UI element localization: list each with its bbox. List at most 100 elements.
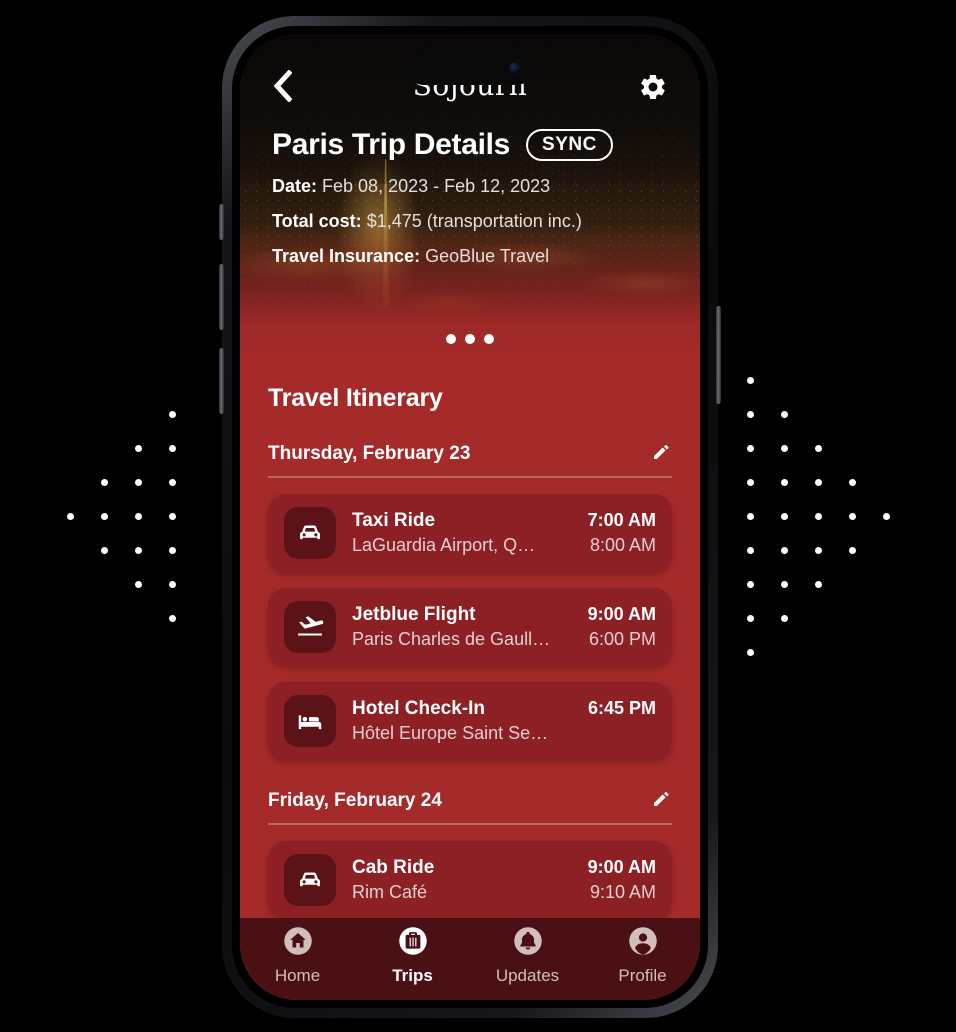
backdrop-dot: [746, 546, 754, 554]
nav-icon-wrap: [628, 926, 658, 961]
itinerary-event-card[interactable]: Hotel Check-In 6:45 PM Hôtel Europe Saint …: [268, 682, 672, 760]
event-top-row: Taxi Ride 7:00 AM: [352, 510, 656, 532]
volume-down-button[interactable]: [219, 348, 224, 414]
backdrop-dot: [746, 512, 754, 520]
title-row: Paris Trip Details SYNC: [272, 128, 668, 162]
backdrop-dot: [746, 444, 754, 452]
backdrop-dot: [780, 512, 788, 520]
backdrop-dot: [168, 580, 176, 588]
backdrop-dot: [168, 478, 176, 486]
meta-label-cost: Total cost:: [272, 211, 362, 231]
nav-label: Profile: [618, 966, 667, 985]
backdrop-dot: [168, 512, 176, 520]
phone-screen: Sojourn Paris Trip Details SYNC Date: Fe…: [240, 34, 700, 1000]
event-start-time: 6:45 PM: [587, 698, 656, 718]
backdrop-dot: [134, 478, 142, 486]
settings-button[interactable]: [634, 72, 668, 102]
page-title: Paris Trip Details: [272, 128, 511, 161]
backdrop-dot: [134, 580, 142, 588]
pencil-icon: [653, 791, 669, 807]
nav-icon-wrap: [398, 926, 428, 961]
nav-item-updates[interactable]: Updates: [470, 926, 585, 986]
event-icon-tile: [284, 695, 336, 747]
meta-value-insurance: GeoBlue Travel: [425, 246, 550, 266]
show-more-button[interactable]: [240, 334, 700, 344]
meta-row-insurance: Travel Insurance: GeoBlue Travel: [272, 246, 668, 267]
back-button[interactable]: [272, 70, 306, 102]
backdrop-dot: [848, 546, 856, 554]
suitcase-icon: [398, 927, 427, 955]
backdrop-dot: [134, 546, 142, 554]
event-end-time: 6:00 PM: [588, 629, 656, 649]
backdrop-dot: [746, 376, 754, 384]
backdrop-dot: [780, 546, 788, 554]
home-icon: [283, 927, 312, 955]
backdrop-dot: [100, 478, 108, 486]
event-bottom-row: Paris Charles de Gaull… 6:00 PM: [352, 629, 656, 650]
backdrop-dot: [168, 410, 176, 418]
event-end-time: 9:10 AM: [589, 882, 656, 902]
edit-day-button[interactable]: [651, 788, 672, 814]
nav-item-profile[interactable]: Profile: [585, 926, 700, 986]
itinerary-section: Travel Itinerary Thursday, February 23 Ta…: [240, 354, 700, 918]
backdrop-dot: [746, 648, 754, 656]
itinerary-event-card[interactable]: Jetblue Flight 9:00 AM Paris Charles de Ga…: [268, 588, 672, 666]
event-location: Paris Charles de Gaull…: [352, 629, 551, 649]
backdrop-dot: [746, 580, 754, 588]
silent-switch[interactable]: [219, 204, 224, 240]
bell-icon: [513, 927, 542, 955]
backdrop-dot: [848, 512, 856, 520]
event-details: Jetblue Flight 9:00 AM Paris Charles de Ga…: [352, 604, 656, 650]
power-button[interactable]: [716, 306, 721, 404]
event-details: Cab Ride 9:00 AM Rim Café 9:10 AM: [352, 857, 656, 903]
event-title: Taxi Ride: [352, 510, 436, 531]
gear-icon: [641, 74, 665, 100]
backdrop-dot: [814, 580, 822, 588]
phone-frame: Sojourn Paris Trip Details SYNC Date: Fe…: [219, 16, 721, 1018]
day-header-row: Friday, February 24: [268, 788, 672, 823]
backdrop-dot: [134, 512, 142, 520]
car-icon: [300, 525, 320, 540]
nav-icon-wrap: [283, 926, 313, 961]
bed-icon: [298, 715, 322, 730]
ellipsis-icon-dot-2: [465, 334, 475, 344]
meta-row-date: Date: Feb 08, 2023 - Feb 12, 2023: [272, 176, 668, 197]
pencil-icon: [653, 444, 669, 460]
backdrop-dot: [168, 614, 176, 622]
edit-day-button[interactable]: [651, 441, 672, 467]
ellipsis-icon-dot-3: [484, 334, 494, 344]
meta-row-cost: Total cost: $1,475 (transportation inc.): [272, 211, 668, 232]
backdrop-dot: [780, 410, 788, 418]
event-top-row: Hotel Check-In 6:45 PM: [352, 698, 656, 720]
itinerary-event-card[interactable]: Taxi Ride 7:00 AM LaGuardia Airport, Q… 8:0…: [268, 494, 672, 572]
backdrop-dot: [66, 512, 74, 520]
itinerary-heading: Travel Itinerary: [268, 384, 443, 412]
event-start-time: 9:00 AM: [587, 857, 656, 877]
day-header-row: Thursday, February 23: [268, 441, 672, 476]
plane-icon: [298, 616, 324, 636]
itinerary-event-card[interactable]: Cab Ride 9:00 AM Rim Café 9:10 AM: [268, 841, 672, 918]
nav-item-trips[interactable]: Trips: [355, 926, 470, 986]
day-divider: [268, 476, 672, 478]
backdrop-dot: [780, 444, 788, 452]
backdrop-dot: [848, 478, 856, 486]
meta-value-cost: $1,475 (transportation inc.): [366, 211, 582, 231]
trip-summary: Paris Trip Details SYNC Date: Feb 08, 20…: [240, 110, 700, 267]
dynamic-island: [406, 50, 534, 85]
nav-label: Updates: [495, 966, 560, 985]
meta-label-insurance: Travel Insurance:: [272, 246, 421, 266]
event-location: Rim Café: [352, 882, 428, 902]
event-top-row: Jetblue Flight 9:00 AM: [352, 604, 656, 626]
sync-button[interactable]: SYNC: [526, 129, 613, 161]
event-icon-tile: [284, 507, 336, 559]
event-location: LaGuardia Airport, Q…: [352, 535, 536, 555]
volume-up-button[interactable]: [219, 264, 224, 330]
event-details: Hotel Check-In 6:45 PM Hôtel Europe Saint …: [352, 698, 656, 744]
nav-item-home[interactable]: Home: [240, 926, 355, 986]
backdrop-dot: [814, 546, 822, 554]
nav-label: Home: [274, 966, 321, 985]
backdrop-dot: [780, 614, 788, 622]
event-start-time: 7:00 AM: [587, 510, 656, 530]
event-end-time: 8:00 AM: [589, 535, 656, 555]
backdrop-dot: [746, 478, 754, 486]
